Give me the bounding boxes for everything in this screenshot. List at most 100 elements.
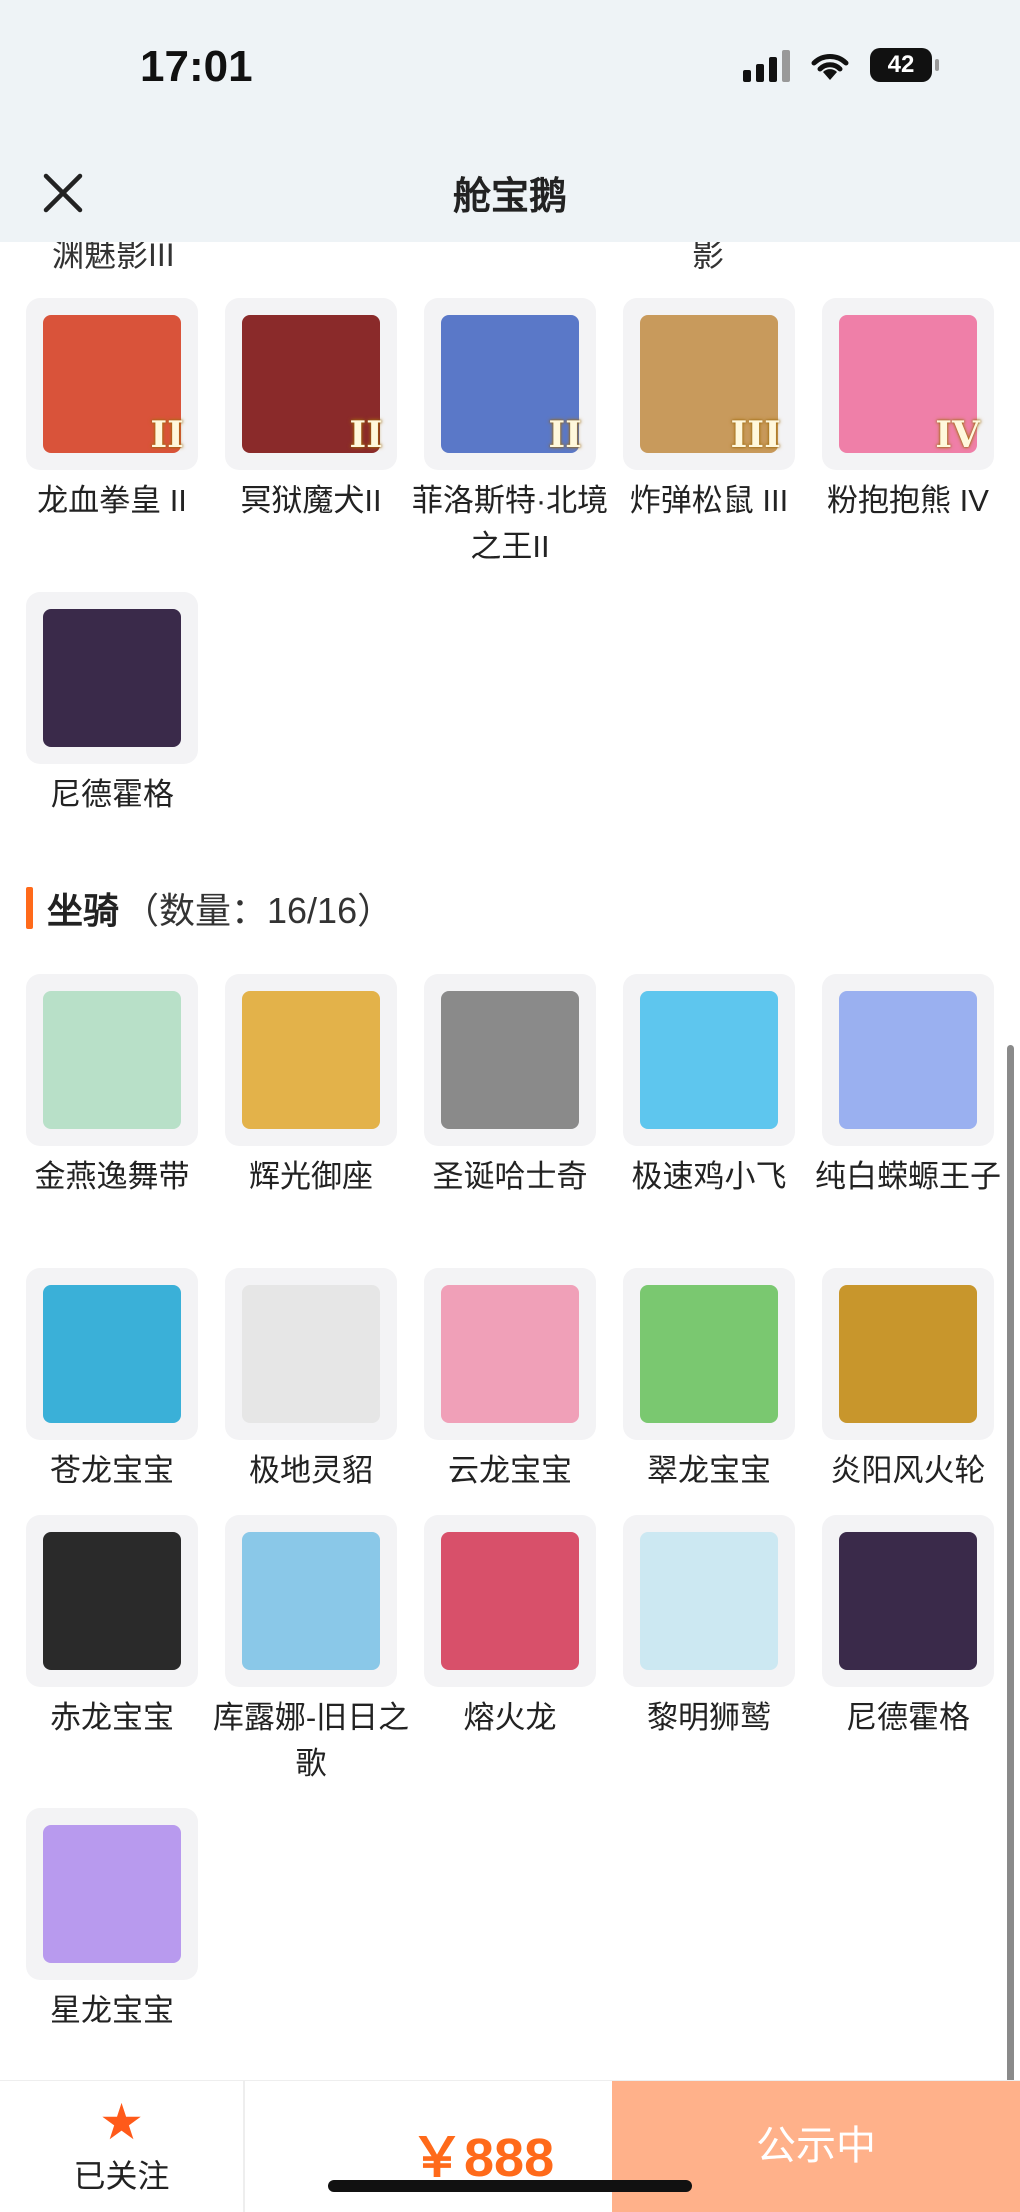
publicity-status-button[interactable]: 公示中 — [612, 2081, 1020, 2212]
follow-button[interactable]: ★ 已关注 — [0, 2081, 245, 2212]
tier-badge: II — [150, 414, 184, 456]
section-name: 坐骑 — [47, 890, 120, 931]
pet-thumbnail: II — [26, 298, 198, 470]
mount-label: 纯白蝾螈王子 — [815, 1159, 1001, 1194]
status-time: 17:01 — [140, 42, 253, 91]
pet-image — [43, 609, 181, 747]
section-accent-bar — [26, 887, 33, 929]
pet-thumbnail: IV — [822, 298, 994, 470]
mount-item[interactable]: 辉光御座 — [225, 974, 397, 1200]
mount-item[interactable]: 熔火龙 — [424, 1515, 596, 1741]
mount-item[interactable]: 极地灵貂 — [225, 1268, 397, 1494]
mount-label: 苍龙宝宝 — [50, 1453, 174, 1488]
mount-image — [242, 1285, 380, 1423]
tier-badge: II — [349, 414, 383, 456]
mount-label: 金燕逸舞带 — [34, 1159, 190, 1194]
mount-item[interactable]: 炎阳风火轮 — [822, 1268, 994, 1494]
mount-thumbnail — [26, 1515, 198, 1687]
pet-label: 菲洛斯特·北境之王II — [411, 483, 609, 564]
mount-image — [640, 1532, 778, 1670]
mount-image — [43, 991, 181, 1129]
pet-item[interactable]: III 炸弹松鼠 III — [623, 298, 795, 524]
cellular-signal-icon — [743, 48, 790, 82]
mount-label: 圣诞哈士奇 — [432, 1159, 588, 1194]
mount-thumbnail — [822, 1515, 994, 1687]
pet-thumbnail: II — [424, 298, 596, 470]
star-icon: ★ — [99, 2094, 144, 2150]
mount-item[interactable]: 翠龙宝宝 — [623, 1268, 795, 1494]
follow-label: 已关注 — [73, 2158, 170, 2194]
pet-item[interactable]: II 冥狱魔犬II — [225, 298, 397, 524]
mount-item[interactable]: 尼德霍格 — [822, 1515, 994, 1741]
page-title: 舱宝鹅 — [452, 176, 567, 218]
mount-label: 辉光御座 — [249, 1159, 373, 1194]
tier-badge: II — [548, 414, 582, 456]
mount-label: 极地灵貂 — [249, 1453, 373, 1488]
mount-item[interactable]: 金燕逸舞带 — [26, 974, 198, 1200]
mount-item[interactable]: 苍龙宝宝 — [26, 1268, 198, 1494]
home-indicator[interactable] — [328, 2180, 692, 2192]
status-indicators: 42 — [743, 48, 939, 82]
mount-thumbnail — [424, 974, 596, 1146]
mount-label: 炎阳风火轮 — [830, 1453, 986, 1488]
tier-badge: III — [730, 414, 781, 456]
mount-image — [839, 991, 977, 1129]
mount-item[interactable]: 星龙宝宝 — [26, 1808, 198, 2034]
mount-thumbnail — [26, 974, 198, 1146]
pet-item[interactable]: 尼德霍格 — [26, 592, 198, 818]
pet-label: 炸弹松鼠 III — [629, 483, 789, 518]
mount-item[interactable]: 库露娜-旧日之歌 — [213, 1515, 409, 1787]
mount-label: 尼德霍格 — [846, 1700, 970, 1735]
mount-image — [441, 1532, 579, 1670]
mount-image — [640, 991, 778, 1129]
pet-item[interactable]: II 菲洛斯特·北境之王II — [412, 298, 608, 570]
scrollbar[interactable] — [1007, 1045, 1014, 2085]
mount-thumbnail — [623, 974, 795, 1146]
mount-thumbnail — [225, 1268, 397, 1440]
mount-image — [839, 1285, 977, 1423]
mount-thumbnail — [26, 1808, 198, 1980]
pet-thumbnail — [26, 592, 198, 764]
mount-label: 极速鸡小飞 — [631, 1159, 787, 1194]
mount-thumbnail — [822, 974, 994, 1146]
mount-label: 熔火龙 — [463, 1700, 557, 1735]
section-count: （数量：16/16） — [123, 890, 394, 931]
mount-image — [441, 1285, 579, 1423]
pet-item[interactable]: IV 粉抱抱熊 IV — [822, 298, 994, 524]
mount-label: 赤龙宝宝 — [50, 1700, 174, 1735]
pet-label: 粉抱抱熊 IV — [827, 483, 989, 518]
mount-item[interactable]: 云龙宝宝 — [424, 1268, 596, 1494]
mount-image — [640, 1285, 778, 1423]
mount-thumbnail — [225, 974, 397, 1146]
mount-label: 星龙宝宝 — [50, 1993, 174, 2028]
pet-thumbnail: III — [623, 298, 795, 470]
mount-thumbnail — [623, 1515, 795, 1687]
mount-thumbnail — [424, 1515, 596, 1687]
wifi-icon — [811, 54, 849, 80]
mount-image — [441, 991, 579, 1129]
mount-item[interactable]: 赤龙宝宝 — [26, 1515, 198, 1741]
mount-label: 库露娜-旧日之歌 — [212, 1700, 410, 1781]
mount-item[interactable]: 圣诞哈士奇 — [424, 974, 596, 1200]
mount-label: 翠龙宝宝 — [647, 1453, 771, 1488]
mount-item[interactable]: 黎明狮鹫 — [623, 1515, 795, 1741]
pet-item[interactable]: II 龙血拳皇 II — [26, 298, 198, 524]
pet-label: 冥狱魔犬II — [240, 483, 382, 518]
pet-thumbnail: II — [225, 298, 397, 470]
mount-image — [242, 991, 380, 1129]
mount-thumbnail — [822, 1268, 994, 1440]
mount-image — [242, 1532, 380, 1670]
mount-image — [839, 1532, 977, 1670]
mount-thumbnail — [225, 1515, 397, 1687]
pet-label: 尼德霍格 — [50, 777, 174, 812]
battery-icon: 42 — [870, 48, 939, 82]
tier-badge: IV — [935, 414, 980, 456]
mount-thumbnail — [623, 1268, 795, 1440]
mounts-section-title: 坐骑 （数量：16/16） — [26, 882, 393, 934]
mount-image — [43, 1825, 181, 1963]
mount-image — [43, 1285, 181, 1423]
mount-item[interactable]: 纯白蝾螈王子 — [815, 974, 1001, 1200]
mount-item[interactable]: 极速鸡小飞 — [623, 974, 795, 1200]
mount-thumbnail — [26, 1268, 198, 1440]
bottom-bar: ★ 已关注 ￥888 公示中 — [0, 2080, 1020, 2212]
